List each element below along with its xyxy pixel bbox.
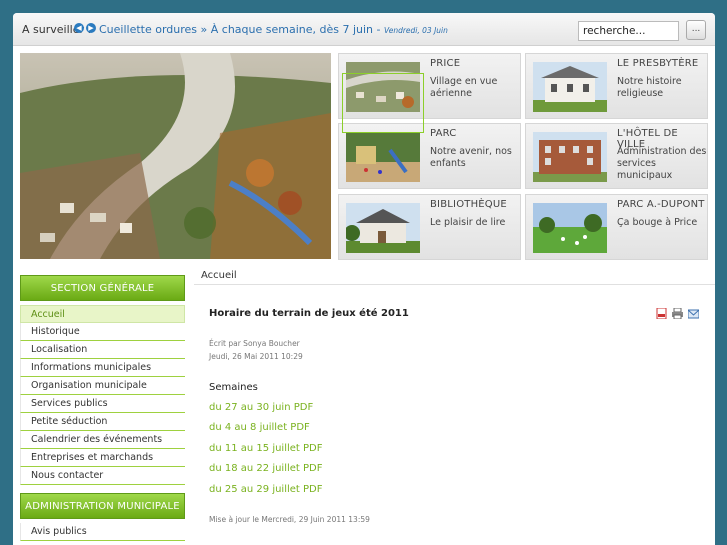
hero-photo [20, 53, 331, 259]
tile-price[interactable]: PRICE Village en vue aérienne [338, 53, 521, 119]
menu-item-organisation-municipale[interactable]: Organisation municipale [20, 377, 185, 395]
hotel-de-ville-thumbnail [533, 132, 607, 182]
menu-item-petite-seduction[interactable]: Petite séduction [20, 413, 185, 431]
menu-item-historique[interactable]: Historique [20, 323, 185, 341]
tile-description: Notre avenir, nos enfants [430, 146, 512, 169]
top-bar: A surveiller : ◀ ▶ Cueillette ordures » … [13, 13, 715, 46]
tile-parc[interactable]: PARC Notre avenir, nos enfants [338, 123, 521, 189]
administration-municipale-header: ADMINISTRATION MUNICIPALE [20, 493, 185, 519]
tile-description: Ça bouge à Price [617, 217, 698, 228]
menu-item-services-publics[interactable]: Services publics [20, 395, 185, 413]
article-updated: Mise à jour le Mercredi, 29 Juin 2011 13… [209, 515, 370, 524]
article-author: Écrit par Sonya Boucher [209, 339, 300, 348]
tile-description: Administration des services municipaux [617, 146, 707, 181]
section-generale-menu: Accueil Historique Localisation Informat… [20, 305, 185, 485]
tile-hotel-de-ville[interactable]: L'HÔTEL DE VILLE Administration des serv… [525, 123, 708, 189]
menu-item-accueil[interactable]: Accueil [20, 305, 185, 323]
week-link[interactable]: du 25 au 29 juillet PDF [209, 484, 323, 495]
menu-item-calendrier[interactable]: Calendrier des événements [20, 431, 185, 449]
print-icon[interactable] [672, 307, 683, 320]
arrow-right-icon[interactable]: ▶ [86, 23, 96, 33]
news-ticker[interactable]: Cueillette ordures » À chaque semaine, d… [99, 23, 448, 36]
parc-dupont-thumbnail [533, 203, 607, 253]
bibliotheque-thumbnail [346, 203, 420, 253]
ticker-date: Vendredi, 03 Juin [384, 26, 448, 35]
search-button[interactable]: ... [686, 20, 706, 40]
tile-description: Le plaisir de lire [430, 217, 506, 228]
menu-item-nous-contacter[interactable]: Nous contacter [20, 467, 185, 485]
article-title[interactable]: Horaire du terrain de jeux été 2011 [209, 308, 409, 319]
menu-item-informations-municipales[interactable]: Informations municipales [20, 359, 185, 377]
ticker-separator: - [376, 23, 381, 36]
week-link[interactable]: du 18 au 22 juillet PDF [209, 463, 323, 474]
article-date: Jeudi, 26 Mai 2011 10:29 [209, 352, 303, 361]
tile-parc-dupont[interactable]: PARC A.-DUPONT Ça bouge à Price [525, 194, 708, 260]
search-input[interactable] [578, 21, 679, 41]
administration-municipale-menu: Avis publics [20, 523, 185, 541]
pdf-icon[interactable] [656, 307, 667, 320]
tile-title: PARC A.-DUPONT [617, 199, 705, 210]
ticker-headline[interactable]: Cueillette ordures » À chaque semaine, d… [99, 23, 373, 36]
presbytere-thumbnail [533, 62, 607, 112]
page-container: A surveiller : ◀ ▶ Cueillette ordures » … [13, 13, 715, 545]
tile-description: Village en vue aérienne [430, 76, 498, 99]
tile-title: PRICE [430, 58, 461, 69]
tile-description: Notre histoire religieuse [617, 76, 682, 99]
menu-item-localisation[interactable]: Localisation [20, 341, 185, 359]
week-link[interactable]: du 4 au 8 juillet PDF [209, 422, 310, 433]
section-generale-header: SECTION GÉNÉRALE [20, 275, 185, 301]
menu-item-avis-publics[interactable]: Avis publics [20, 523, 185, 541]
week-link[interactable]: du 27 au 30 juin PDF [209, 402, 313, 413]
village-aerial-thumbnail [346, 62, 420, 112]
tile-presbytere[interactable]: LE PRESBYTÈRE Notre histoire religieuse [525, 53, 708, 119]
tile-title: LE PRESBYTÈRE [617, 58, 699, 69]
tile-title: PARC [430, 128, 457, 139]
tile-bibliotheque[interactable]: BIBLIOTHÈQUE Le plaisir de lire [338, 194, 521, 260]
weeks-heading: Semaines [209, 382, 258, 393]
email-icon[interactable] [687, 308, 700, 319]
menu-item-entreprises[interactable]: Entreprises et marchands [20, 449, 185, 467]
week-link[interactable]: du 11 au 15 juillet PDF [209, 443, 323, 454]
tile-title: BIBLIOTHÈQUE [430, 199, 507, 210]
parc-thumbnail [346, 132, 420, 182]
sidebar: SECTION GÉNÉRALE Accueil Historique Loca… [20, 275, 185, 545]
breadcrumb[interactable]: Accueil [194, 268, 715, 285]
arrow-left-icon[interactable]: ◀ [74, 23, 84, 33]
